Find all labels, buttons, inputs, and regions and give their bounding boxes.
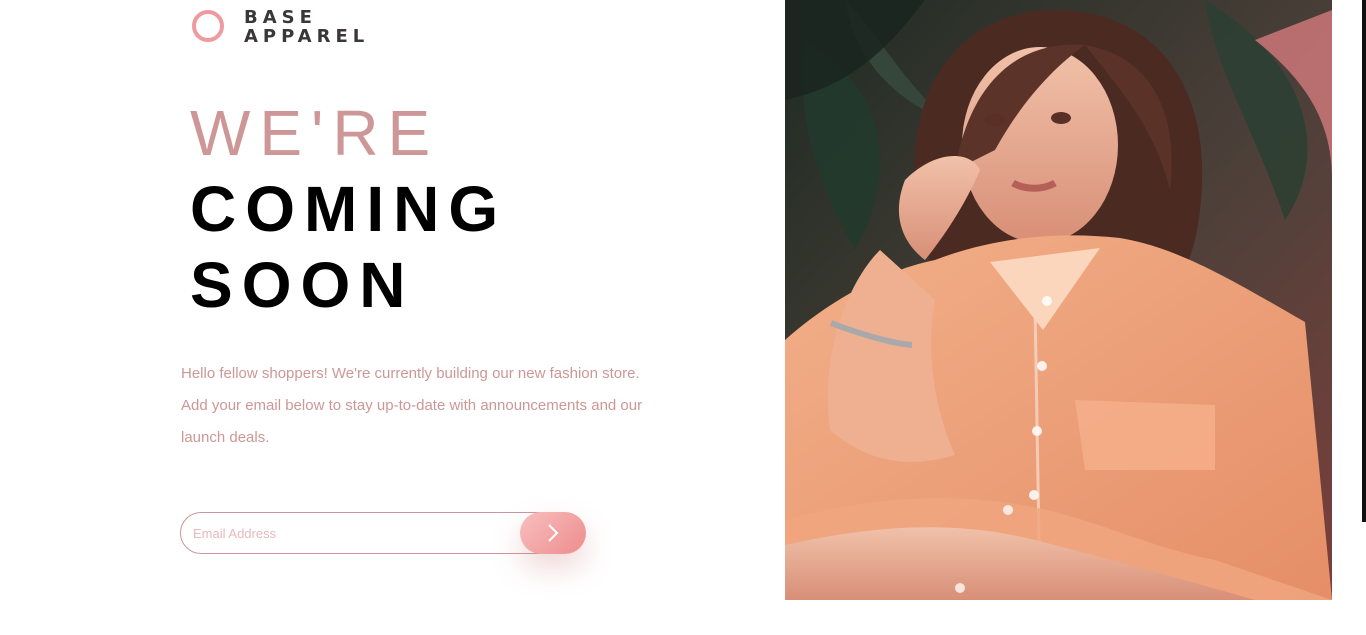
brand-logo: BASE APPAREL xyxy=(192,8,402,52)
heading-line-3: SOON xyxy=(190,249,415,321)
logo-line-1: BASE xyxy=(244,7,317,28)
coming-soon-page: BASE APPAREL WE'RE COMING SOON Hello fel… xyxy=(0,0,1366,635)
intro-description: Hello fellow shoppers! We're currently b… xyxy=(181,365,643,446)
hero-photo xyxy=(785,0,1332,600)
submit-button[interactable] xyxy=(520,512,586,554)
logo-circle-icon xyxy=(192,10,224,42)
heading-line-2: COMING xyxy=(190,173,508,245)
logo-text: BASE APPAREL xyxy=(244,8,369,46)
logo-line-2: APPAREL xyxy=(244,26,370,47)
woman-photo-image xyxy=(785,0,1332,600)
chevron-right-icon xyxy=(548,524,559,542)
email-input[interactable] xyxy=(180,512,560,554)
page-scrollbar[interactable] xyxy=(1362,0,1366,522)
heading-line-1: WE'RE xyxy=(190,97,440,169)
page-heading: WE'RE COMING SOON xyxy=(190,95,507,323)
email-signup-form xyxy=(180,512,586,554)
